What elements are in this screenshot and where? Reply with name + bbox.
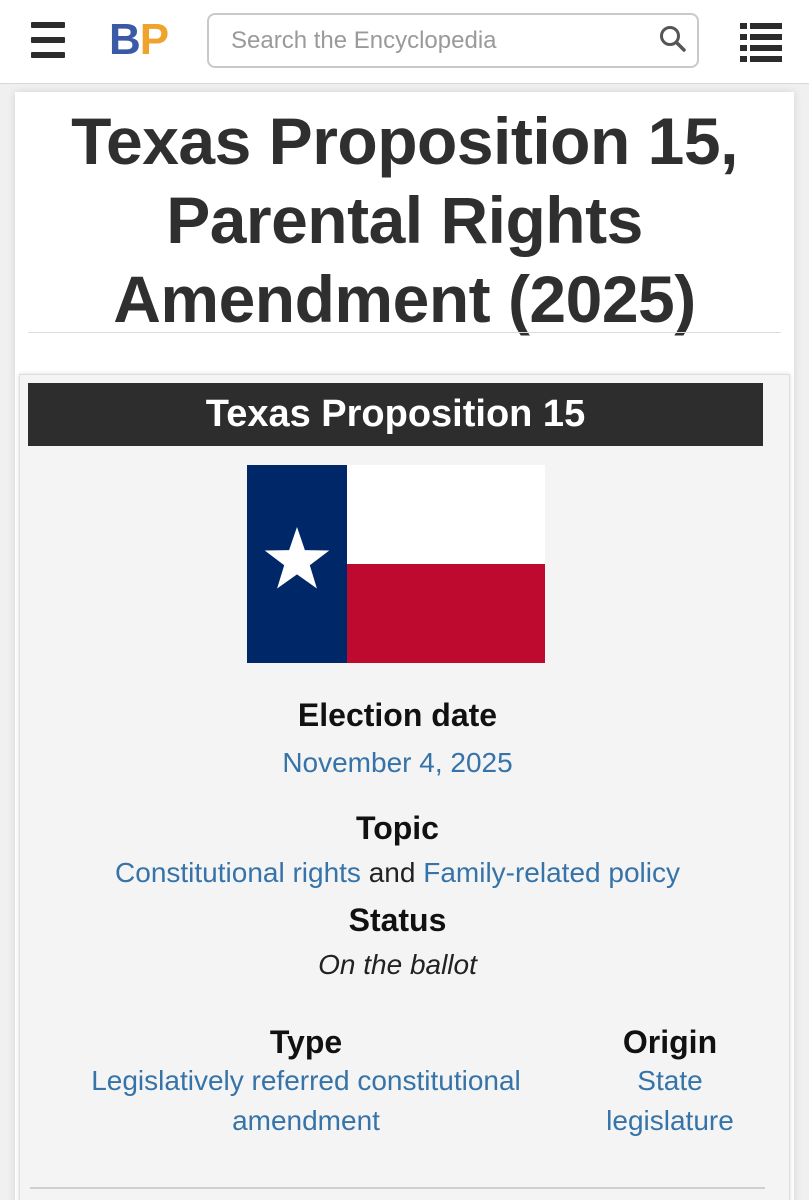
election-date-label: Election date xyxy=(297,697,498,733)
topic-label: Topic xyxy=(356,810,439,846)
search-input[interactable] xyxy=(231,24,631,58)
topic-conjunction: and xyxy=(368,857,416,888)
status-label: Status xyxy=(348,902,447,938)
page-title-line-2: Parental Rights xyxy=(166,183,643,257)
origin-link[interactable]: State legislature xyxy=(606,1065,734,1136)
topic-value: Constitutional rights and Family-related… xyxy=(20,853,775,893)
type-link-line-2: amendment xyxy=(232,1105,380,1136)
type-label: Type xyxy=(269,1024,343,1060)
search-icon[interactable] xyxy=(658,24,688,54)
page-title-line-3: Amendment (2025) xyxy=(113,262,696,336)
menu-icon[interactable] xyxy=(31,22,65,58)
table-of-contents-icon[interactable] xyxy=(740,22,782,62)
origin-label: Origin xyxy=(622,1024,718,1060)
election-date-value: November 4, 2025 xyxy=(20,743,775,783)
page-title-line-1: Texas Proposition 15, xyxy=(71,104,738,178)
origin-link-line-2: legislature xyxy=(606,1105,734,1136)
type-link[interactable]: Legislatively referred constitutional ame… xyxy=(91,1065,521,1136)
logo-letter-p: P xyxy=(139,15,169,64)
infobox: Texas Proposition 15 Election date Novem… xyxy=(19,374,790,1200)
origin-link-line-1: State xyxy=(637,1065,703,1096)
election-date-link[interactable]: November 4, 2025 xyxy=(282,747,512,778)
type-link-line-1: Legislatively referred constitutional xyxy=(91,1065,521,1096)
top-bar: BP xyxy=(0,0,809,84)
constitutional-rights-link[interactable]: Constitutional rights xyxy=(115,857,361,888)
origin-value: State legislature xyxy=(580,1061,760,1141)
logo-letter-b: B xyxy=(109,15,141,64)
ballotpedia-logo[interactable]: BP xyxy=(109,14,169,66)
status-value: On the ballot xyxy=(318,949,477,980)
type-value: Legislatively referred constitutional ame… xyxy=(46,1061,566,1141)
search-box xyxy=(207,13,699,68)
infobox-divider xyxy=(30,1187,765,1189)
title-divider xyxy=(28,332,781,333)
texas-flag-image[interactable] xyxy=(247,465,545,663)
family-related-policy-link[interactable]: Family-related policy xyxy=(423,857,680,888)
infobox-heading: Texas Proposition 15 xyxy=(28,383,763,446)
page-title: Texas Proposition 15, Parental Rights Am… xyxy=(15,102,794,339)
article-panel: Texas Proposition 15, Parental Rights Am… xyxy=(15,92,794,1200)
